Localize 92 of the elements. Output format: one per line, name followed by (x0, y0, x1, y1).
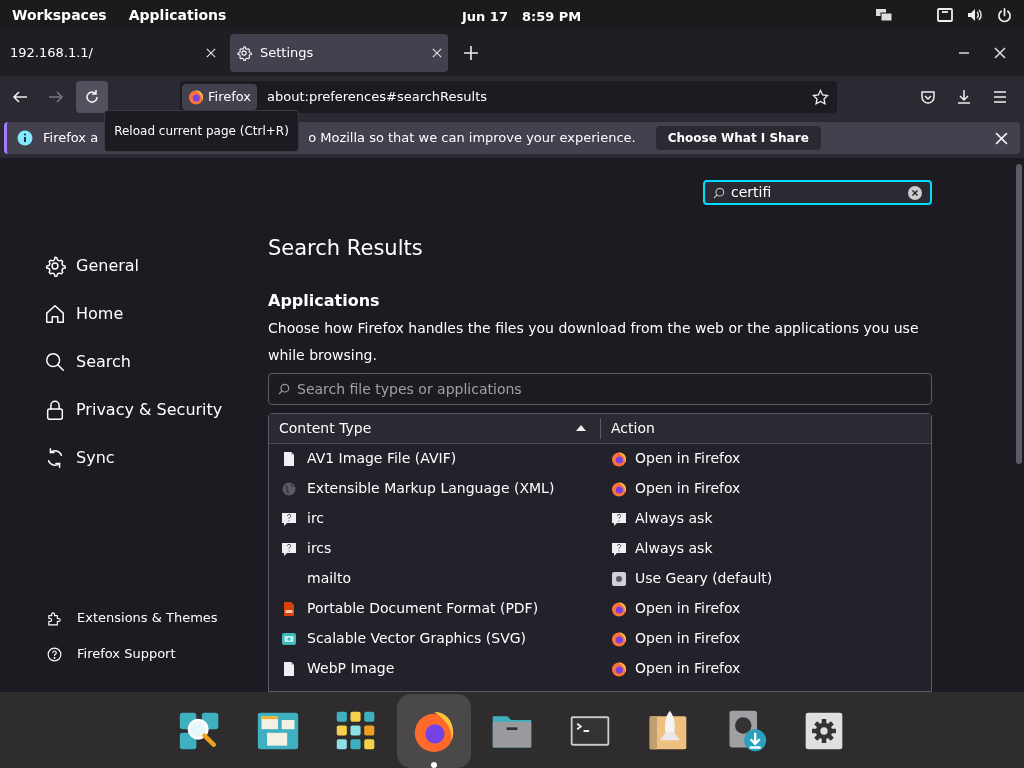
table-cell-text: WebP Image (307, 659, 395, 678)
clear-icon[interactable] (908, 185, 922, 200)
app-icon (611, 570, 627, 587)
column-header[interactable]: Content Type (269, 417, 601, 439)
browser-tab[interactable]: 192.168.1.1/ (4, 34, 222, 72)
dock-item[interactable] (397, 694, 471, 768)
sort-icon (576, 425, 586, 431)
firefox-icon (611, 480, 627, 497)
table-cell-text: Open in Firefox (635, 449, 741, 468)
page-title: Search Results (268, 235, 424, 262)
table-cell-text: ircs (307, 539, 332, 558)
table-cell-text: Open in Firefox (635, 629, 741, 648)
file-icon (281, 660, 297, 677)
sidebar-link[interactable]: Extensions & Themes (46, 600, 268, 636)
gear-icon (236, 45, 252, 61)
table-cell-text: Always ask (635, 509, 713, 528)
tab-title: 192.168.1.1/ (10, 44, 94, 63)
table-cell-text: Open in Firefox (635, 599, 741, 618)
image-icon (281, 630, 297, 647)
url-text: about:preferences#searchResults (267, 88, 489, 107)
table-cell-text: Open in Firefox (635, 479, 741, 498)
scrollbar-thumb[interactable] (1016, 164, 1022, 464)
search-icon (278, 382, 290, 395)
table-cell-text: AV1 Image File (AVIF) (307, 449, 457, 468)
lock-icon (44, 399, 66, 421)
tooltip: Reload current page (Ctrl+R) (104, 110, 299, 152)
filter-field[interactable]: Search file types or applications (268, 372, 932, 405)
sidebar-item[interactable]: Home (44, 290, 268, 338)
question-icon (281, 510, 297, 527)
firefox-icon (611, 660, 627, 677)
search-icon (713, 186, 725, 199)
question-icon (281, 540, 297, 557)
firefox-icon (188, 89, 204, 105)
notification-text: o Mozilla so that we can improve your experience. (308, 129, 636, 148)
file-icon (281, 450, 297, 467)
close-icon[interactable] (432, 48, 442, 58)
firefox-icon (611, 630, 627, 647)
help-icon (46, 645, 63, 663)
tab-title: Settings (260, 44, 315, 63)
sidebar-link[interactable]: Firefox Support (46, 636, 268, 672)
firefox-icon (611, 600, 627, 617)
running-indicator (431, 762, 437, 768)
address-bar[interactable]: Firefox about:preferences#searchResults (180, 81, 837, 113)
date-label: Jun 17 (462, 8, 508, 26)
top-bar-menu[interactable]: Workspaces (12, 4, 107, 26)
network-icon[interactable] (875, 8, 893, 22)
notification-text: Firefox a (43, 129, 99, 148)
column-header[interactable]: Action (601, 417, 655, 439)
sidebar-item[interactable]: Sync (44, 434, 268, 482)
identity-badge[interactable]: Firefox (182, 84, 258, 110)
close-icon[interactable] (994, 47, 1006, 59)
new-tab-icon[interactable] (464, 46, 478, 60)
gear-icon (44, 255, 66, 277)
section-description: Choose how Firefox handles the files you download from the web or the applications you use while browsing. (268, 318, 920, 365)
table-cell-text: Open in Firefox (635, 659, 741, 678)
star-icon[interactable] (812, 88, 829, 106)
volume-icon[interactable] (967, 8, 983, 22)
sidebar-item[interactable]: General (44, 242, 268, 290)
table-cell-text: mailto (307, 569, 352, 588)
table-cell-text: irc (307, 509, 325, 528)
puzzle-icon (46, 609, 63, 627)
table-cell-text: Scalable Vector Graphics (SVG) (307, 629, 527, 648)
table-cell-text: Portable Document Format (PDF) (307, 599, 539, 618)
question-icon (611, 540, 627, 557)
question-icon (611, 510, 627, 527)
firefox-icon (611, 450, 627, 467)
top-bar-menu[interactable]: Applications (128, 4, 227, 26)
back-icon[interactable] (12, 89, 28, 105)
table-cell-text: Use Geary (default) (635, 569, 773, 588)
power-icon[interactable] (997, 7, 1012, 23)
download-icon[interactable] (956, 89, 972, 105)
reload-button[interactable] (76, 81, 108, 113)
close-icon[interactable] (995, 131, 1008, 145)
browser-tab[interactable]: Settings (230, 34, 448, 72)
sidebar-item[interactable]: Privacy & Security (44, 386, 268, 434)
globe-icon (281, 480, 297, 497)
table-cell-text: Extensible Markup Language (XML) (307, 479, 555, 498)
sidebar-item[interactable]: Search (44, 338, 268, 386)
section-heading: Applications (268, 289, 381, 312)
search-icon (44, 351, 66, 373)
choose-button[interactable]: Choose What I Share (655, 126, 821, 150)
pdf-icon (281, 600, 297, 617)
close-icon[interactable] (206, 48, 216, 58)
menu-icon[interactable] (992, 89, 1008, 105)
search-field[interactable]: certifi (703, 180, 932, 205)
pocket-icon[interactable] (920, 89, 936, 105)
table-cell-text: Always ask (635, 539, 713, 558)
reload-icon (84, 89, 100, 105)
keyboard-icon[interactable] (937, 8, 953, 22)
home-icon (44, 303, 66, 325)
clock-label: 8:59 PM (521, 8, 582, 26)
info-icon (17, 130, 33, 146)
